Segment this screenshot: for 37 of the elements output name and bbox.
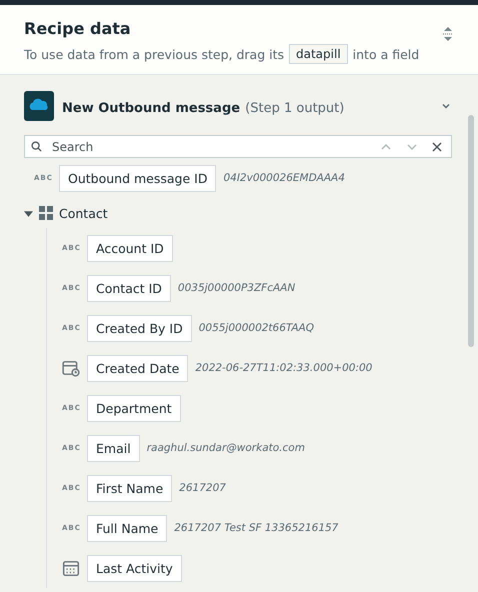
panel-title: Recipe data — [24, 19, 132, 38]
sample-value: 2617207 — [179, 482, 226, 494]
chevron-down-icon[interactable] — [406, 142, 418, 152]
sample-value: 2617207 Test SF 13365216157 — [174, 522, 338, 534]
hint-text: To use data from a previous step, drag its — [24, 46, 284, 62]
chevron-up-icon[interactable] — [380, 142, 392, 152]
cloud-logo-icon — [24, 91, 54, 121]
sample-value: 0055j000002t66TAAQ — [198, 322, 314, 334]
datapill-example: datapill — [289, 44, 348, 64]
datapill[interactable]: Created By ID — [87, 314, 192, 342]
grid-icon — [39, 206, 53, 220]
datapill[interactable]: Department — [87, 394, 181, 422]
datapill[interactable]: Last Activity — [87, 554, 182, 582]
datapill[interactable]: First Name — [87, 474, 172, 502]
close-icon[interactable] — [432, 142, 442, 152]
calendar-clock-icon — [62, 359, 80, 377]
datapill[interactable]: Full Name — [87, 514, 168, 542]
caret-icon[interactable] — [24, 208, 33, 218]
calendar-icon — [62, 559, 80, 577]
search-bar[interactable]: Search — [24, 135, 452, 158]
step-label: (Step 1 output) — [245, 100, 344, 116]
search-icon — [31, 141, 42, 152]
datapill[interactable]: Created Date — [87, 354, 188, 382]
datapill[interactable]: Account ID — [87, 234, 173, 262]
scrollbar-thumb[interactable] — [468, 115, 474, 347]
search-field[interactable]: Search — [50, 138, 369, 154]
sample-value: 2022-06-27T11:02:33.000+00:00 — [195, 362, 372, 374]
step-name: New Outbound message — [62, 100, 240, 116]
sample-value: 04I2v000026EMDAAA4 — [223, 172, 345, 184]
datapill[interactable]: Email — [87, 434, 140, 462]
group-label: Contact — [59, 206, 108, 220]
datapill[interactable]: Outbound message ID — [59, 164, 216, 192]
resize-icon[interactable] — [442, 27, 454, 41]
datapill[interactable]: Contact ID — [87, 274, 171, 302]
sample-value: 0035j00000P3ZFcAAN — [178, 282, 296, 294]
hint-text: into a field — [352, 46, 420, 62]
sample-value: raaghul.sundar@workato.com — [146, 442, 305, 454]
